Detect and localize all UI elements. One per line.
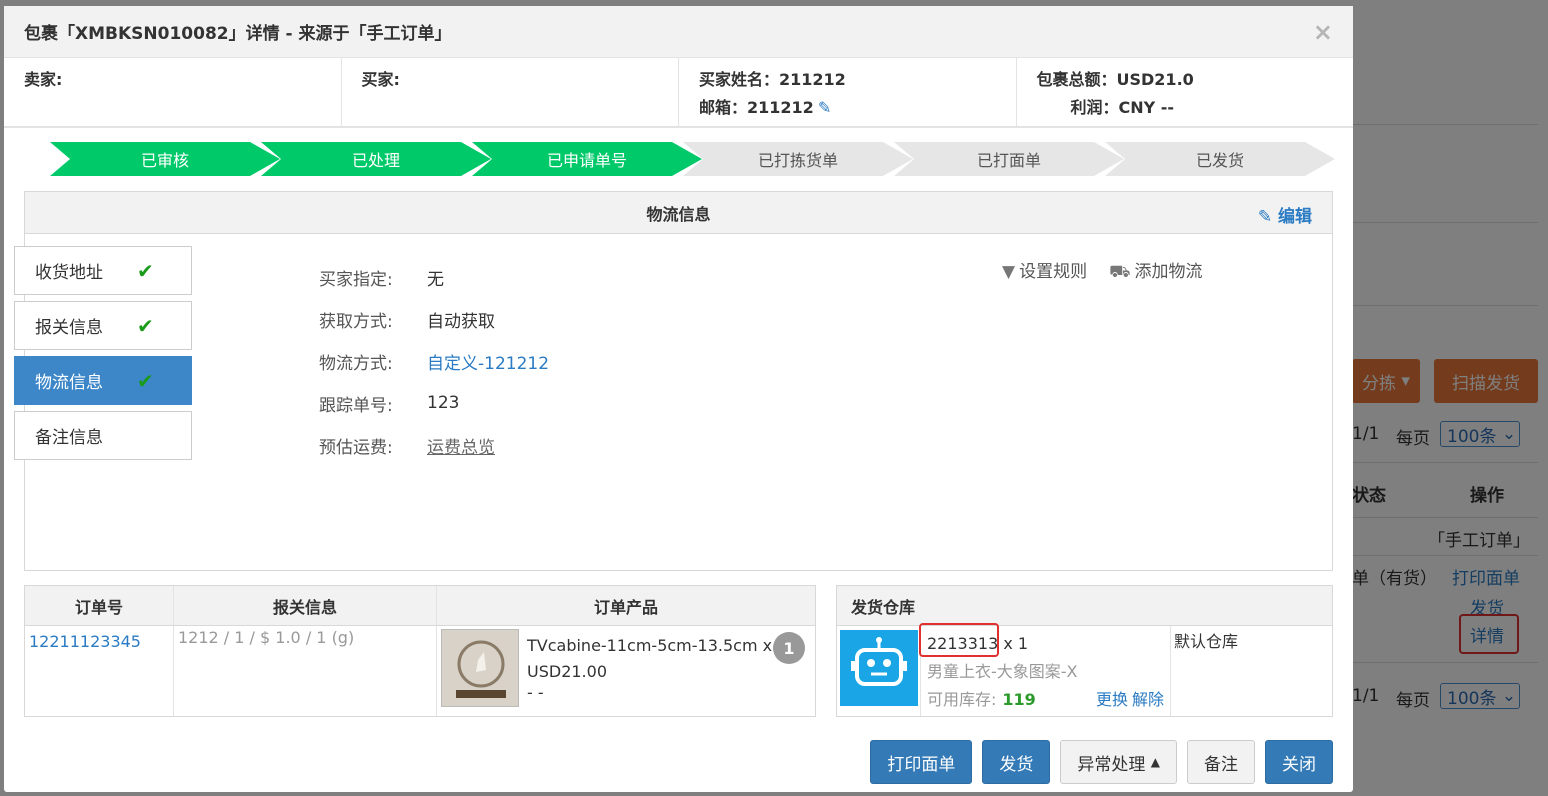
field-row: 获取方式: 自动获取 xyxy=(319,298,549,340)
field-label: 获取方式: xyxy=(319,311,393,332)
add-logistics-button[interactable]: ⛟ 添加物流 xyxy=(1109,257,1202,284)
modal-title: 包裹「XMBKSN010082」详情 - 来源于「手工订单」 xyxy=(24,24,452,44)
product-price: USD21.00 xyxy=(527,662,607,681)
modal-footer: 打印面单 发货 异常处理 ▲ 备注 关闭 xyxy=(870,740,1333,784)
edit-icon[interactable]: ✎ xyxy=(818,98,831,117)
amount-cell: 包裹总额：USD21.0 利润：CNY -- xyxy=(1017,58,1354,126)
check-icon: ✔ xyxy=(137,313,154,338)
side-tab-4[interactable]: 备注信息 xyxy=(14,411,192,460)
buyer-cell: 买家: xyxy=(342,58,679,126)
side-tabs: 收货地址 ✔ 报关信息 ✔ 物流信息 ✔ 备注信息 xyxy=(14,246,192,466)
buyer-label: 买家: xyxy=(361,70,400,89)
warehouse-image-cell xyxy=(837,626,921,716)
order-table-header: 订单号 报关信息 订单产品 xyxy=(25,586,815,626)
customs-info: 1212 / 1 / $ 1.0 / 1 (g) xyxy=(178,628,355,647)
field-label: 跟踪单号: xyxy=(319,395,393,416)
side-tab-2[interactable]: 报关信息 ✔ xyxy=(14,301,192,350)
product-cell: TVcabine-11cm-5cm-13.5cm x USD21.00 - - … xyxy=(437,626,815,716)
sku-qty: x 1 xyxy=(1003,634,1029,653)
step-4: 已打拣货单 xyxy=(683,142,913,176)
field-row: 跟踪单号: 123 xyxy=(319,382,549,424)
field-value: 无 xyxy=(427,269,444,290)
step-6: 已发货 xyxy=(1105,142,1335,176)
field-row: 买家指定: 无 xyxy=(319,256,549,298)
panel-header: 物流信息 ✎ 编辑 xyxy=(25,192,1332,234)
panel-title: 物流信息 xyxy=(646,204,711,224)
step-3: 已申请单号 xyxy=(472,142,702,176)
set-rules-button[interactable]: ▼ 设置规则 xyxy=(1002,257,1087,284)
field-value: 自动获取 xyxy=(427,311,495,332)
stock-value: 119 xyxy=(1002,690,1036,709)
sku-highlight-box xyxy=(919,623,999,657)
stock-label: 可用库存: xyxy=(927,690,997,709)
modal-header: 包裹「XMBKSN010082」详情 - 来源于「手工订单」 × xyxy=(4,6,1353,58)
buyer-name: 买家姓名：211212 xyxy=(699,70,846,89)
parcel-total: 包裹总额：USD21.0 xyxy=(1036,70,1194,89)
exception-button[interactable]: 异常处理 ▲ xyxy=(1060,740,1177,784)
step-2: 已处理 xyxy=(261,142,491,176)
customs-cell: 1212 / 1 / $ 1.0 / 1 (g) xyxy=(174,626,437,716)
ship-button[interactable]: 发货 xyxy=(982,740,1051,784)
seller-cell: 卖家: xyxy=(4,58,342,126)
field-label: 买家指定: xyxy=(319,269,393,290)
col-product: 订单产品 xyxy=(593,597,658,617)
close-button[interactable]: 关闭 xyxy=(1265,740,1333,784)
order-table-row: 12211123345 1212 / 1 / $ 1.0 / 1 (g) TVc… xyxy=(25,626,815,716)
seller-label: 卖家: xyxy=(24,70,63,89)
warehouse-table: 发货仓库 2213313 x 1 男童上衣-大象图案-X 可用库存: 119 更… xyxy=(836,585,1333,717)
panel-edit-button[interactable]: ✎ 编辑 xyxy=(1258,202,1312,227)
buyer-email: 邮箱：211212 xyxy=(699,98,814,117)
print-label-button[interactable]: 打印面单 xyxy=(870,740,973,784)
field-value[interactable]: 自定义-121212 xyxy=(427,349,549,374)
quantity-badge: 1 xyxy=(773,632,805,664)
side-tab-label: 报关信息 xyxy=(35,318,103,338)
side-tab-label: 备注信息 xyxy=(35,428,103,448)
logistics-fields: 买家指定: 无获取方式: 自动获取物流方式: 自定义-121212 跟踪单号: 123 预估… xyxy=(319,256,549,466)
default-warehouse-cell: 默认仓库 xyxy=(1171,626,1241,716)
side-tab-label: 物流信息 xyxy=(35,373,103,393)
col-customs: 报关信息 xyxy=(174,586,437,625)
caret-up-icon: ▲ xyxy=(1150,755,1160,769)
side-tab-label: 收货地址 xyxy=(35,263,103,283)
note-button[interactable]: 备注 xyxy=(1187,740,1255,784)
sku-name: 男童上衣-大象图案-X xyxy=(927,662,1078,681)
field-value: 123 xyxy=(427,393,460,413)
field-row: 物流方式: 自定义-121212 xyxy=(319,340,549,382)
parcel-profit: 利润：CNY -- xyxy=(1070,98,1175,117)
field-value[interactable]: 运费总览 xyxy=(427,433,495,458)
product-image xyxy=(441,629,519,707)
filter-icon: ▼ xyxy=(1002,262,1016,282)
field-label: 物流方式: xyxy=(319,353,393,374)
order-no-cell: 12211123345 xyxy=(25,626,174,716)
progress-steps: 已审核 已处理 已申请单号 已打拣货单 已打面单 已发货 xyxy=(50,142,1335,176)
side-tab-1[interactable]: 收货地址 ✔ xyxy=(14,246,192,295)
field-row: 预估运费: 运费总览 xyxy=(319,424,549,466)
field-label: 预估运费: xyxy=(319,437,393,458)
truck-icon: ⛟ xyxy=(1109,262,1131,282)
product-name: TVcabine-11cm-5cm-13.5cm x xyxy=(527,636,773,655)
unbind-link[interactable]: 解除 xyxy=(1132,686,1164,714)
warehouse-header: 发货仓库 xyxy=(837,586,1332,626)
order-table: 订单号 报关信息 订单产品 12211123345 1212 / 1 / $ 1… xyxy=(24,585,816,717)
logistics-panel: 物流信息 ✎ 编辑 xyxy=(24,191,1333,571)
check-icon: ✔ xyxy=(137,258,154,283)
order-no-link[interactable]: 12211123345 xyxy=(29,632,141,651)
product-extra: - - xyxy=(527,683,544,702)
default-warehouse: 默认仓库 xyxy=(1174,632,1239,651)
check-icon: ✔ xyxy=(137,368,154,393)
step-5: 已打面单 xyxy=(894,142,1124,176)
logistics-tools: ▼ 设置规则 ⛟ 添加物流 xyxy=(1002,257,1202,284)
replace-link[interactable]: 更换 xyxy=(1096,686,1128,714)
side-tab-3[interactable]: 物流信息 ✔ xyxy=(14,356,192,405)
parcel-info-row: 卖家: 买家: 买家姓名：211212 邮箱：211212 ✎ 包裹总额：USD2… xyxy=(4,58,1353,128)
buyer-detail-cell: 买家姓名：211212 邮箱：211212 ✎ xyxy=(679,58,1017,126)
step-1: 已审核 xyxy=(50,142,280,176)
robot-icon xyxy=(840,630,918,706)
parcel-detail-modal: 包裹「XMBKSN010082」详情 - 来源于「手工订单」 × 卖家: 买家:… xyxy=(4,6,1353,792)
close-icon[interactable]: × xyxy=(1313,18,1333,46)
col-order-no: 订单号 xyxy=(25,586,174,625)
warehouse-row: 2213313 x 1 男童上衣-大象图案-X 可用库存: 119 更换 解除 … xyxy=(837,626,1332,716)
edit-icon: ✎ xyxy=(1257,207,1273,227)
